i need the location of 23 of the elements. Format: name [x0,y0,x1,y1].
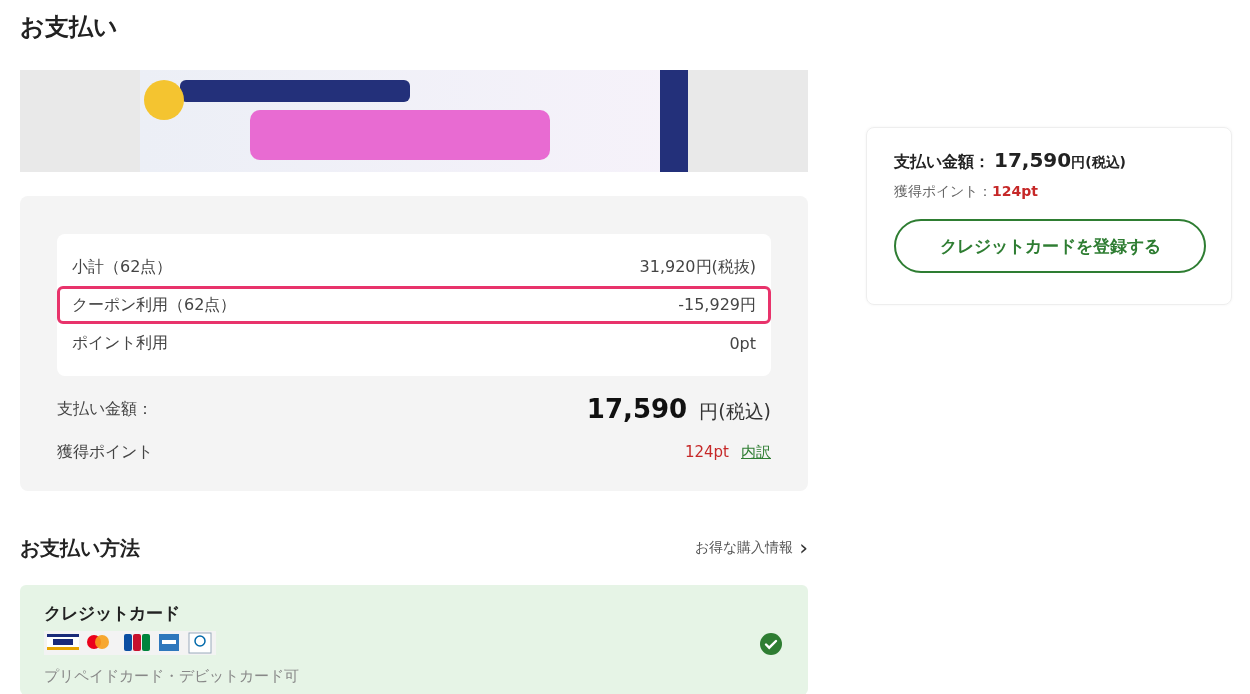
check-icon [759,632,783,656]
line-label: ポイント利用 [72,332,168,354]
chevron-icon: › [799,541,808,555]
line-label: 小計（62点） [72,256,173,278]
section-title: お支払い方法 [20,534,140,562]
deals-info-link[interactable]: お得な購入情報 › [695,539,808,557]
payment-total: 支払い金額： 17,590円(税込) [894,148,1127,173]
earned-points: 獲得ポイント：124pt [894,183,1039,201]
line-value: 0pt [729,333,756,353]
option-title: クレジットカード [44,602,181,625]
points-value: 124pt [684,443,729,461]
promo-banner-image[interactable] [140,70,688,172]
total-amount: 17,590 円(税込) [586,393,771,425]
points-label: 獲得ポイント [57,442,153,463]
line-value: -15,929円 [678,294,756,316]
total-label: 支払い金額： [57,398,153,420]
register-card-button[interactable]: クレジットカードを登録する [894,219,1206,273]
line-value: 31,920円(税抜) [639,256,756,278]
line-label: クーポン利用（62点） [72,294,237,316]
option-note: プリペイドカード・デビットカード可 [44,667,299,686]
page-title: お支払い [20,12,119,43]
points-breakdown-link[interactable]: 内訳 [741,443,771,462]
payment-option[interactable]: クレジットカード プリペイドカード・デビットカード可 [20,585,808,694]
